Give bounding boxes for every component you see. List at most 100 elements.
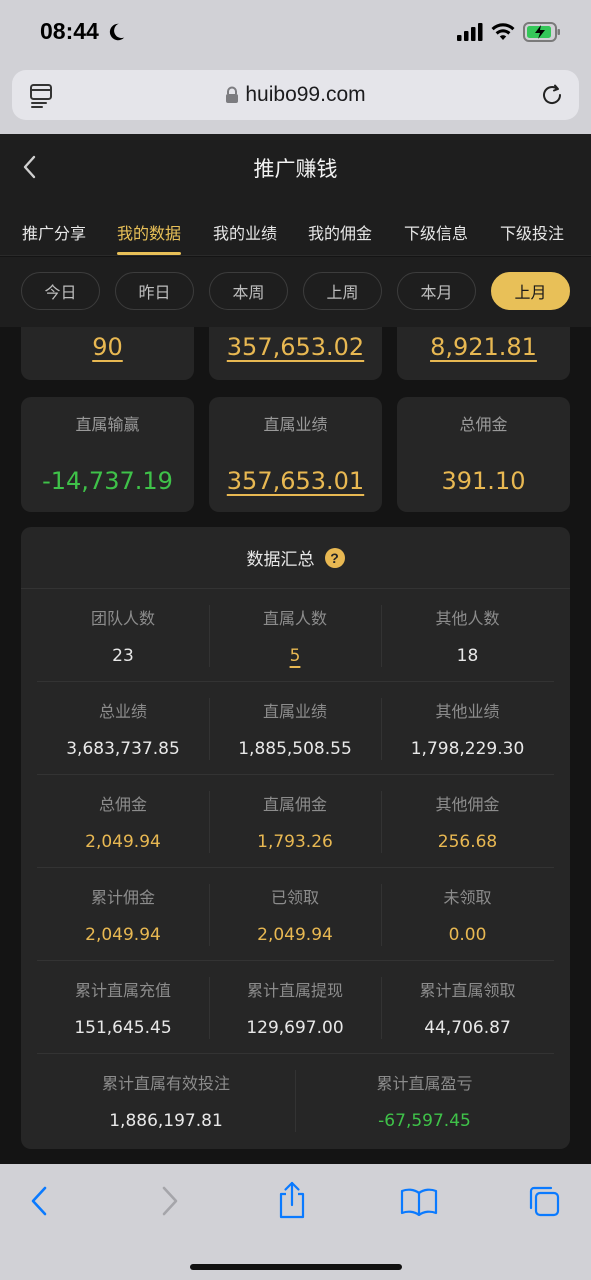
active-tab-indicator — [117, 252, 181, 255]
stat-value[interactable]: 357,653.02 — [209, 333, 382, 361]
cell-value: 23 — [112, 646, 134, 666]
summary-cell: 总佣金 2,049.94 — [37, 775, 209, 868]
cell-label: 累计直属领取 — [419, 981, 516, 1000]
cell-label: 累计直属提现 — [246, 981, 343, 1000]
filter-this-month[interactable]: 本月 — [397, 272, 476, 310]
summary-cell: 累计直属有效投注 1,886,197.81 — [37, 1054, 295, 1147]
cell-value: 1,885,508.55 — [238, 739, 352, 759]
page-title: 推广赚钱 — [253, 157, 338, 181]
stat-label: 直属业绩 — [263, 415, 328, 434]
summary-row: 累计佣金 2,049.94 已领取 2,049.94 未领取 0.00 — [37, 868, 554, 961]
summary-cell: 直属佣金 1,793.26 — [209, 775, 381, 868]
stat-card-direct-performance: 直属业绩 357,653.01 — [209, 397, 382, 512]
cell-label: 累计直属有效投注 — [101, 1074, 230, 1093]
nav-header: 推广赚钱 — [0, 134, 591, 200]
page-menu-icon[interactable] — [28, 82, 54, 108]
stat-value[interactable]: 357,653.01 — [209, 467, 382, 495]
cell-label: 其他佣金 — [435, 795, 500, 814]
status-bar: 08:44 — [0, 0, 591, 64]
stat-card-direct-win-loss: 直属输赢 -14,737.19 — [21, 397, 194, 512]
bookmarks-icon[interactable] — [400, 1188, 438, 1216]
summary-cell: 累计直属盈亏 -67,597.45 — [295, 1054, 554, 1147]
summary-row: 总业绩 3,683,737.85 直属业绩 1,885,508.55 其他业绩 … — [37, 682, 554, 775]
summary-cell: 已领取 2,049.94 — [209, 868, 381, 961]
summary-cell: 未领取 0.00 — [381, 868, 554, 961]
clock: 08:44 — [40, 18, 99, 44]
stat-label: 直属输赢 — [75, 415, 140, 434]
cell-value: 1,793.26 — [257, 832, 333, 852]
cell-label: 直属业绩 — [262, 702, 327, 721]
data-summary-panel: 数据汇总 ? 团队人数 23 直属人数 5 其他人数 18 总业绩 3,683,… — [21, 527, 570, 1149]
status-time: 08:44 — [40, 18, 127, 45]
moon-icon — [109, 23, 125, 40]
help-icon[interactable]: ? — [324, 547, 345, 568]
share-icon[interactable] — [276, 1180, 308, 1220]
stat-label: 总佣金 — [459, 415, 508, 434]
cell-label: 累计直属盈亏 — [376, 1074, 473, 1093]
cell-label: 累计直属充值 — [74, 981, 171, 1000]
filter-today[interactable]: 今日 — [21, 272, 100, 310]
cell-label: 直属人数 — [262, 609, 327, 628]
summary-row: 总佣金 2,049.94 直属佣金 1,793.26 其他佣金 256.68 — [37, 775, 554, 868]
stat-card-partial: 8,921.81 — [397, 327, 570, 380]
cell-value: 44,706.87 — [424, 1018, 511, 1038]
stat-value: 391.10 — [441, 467, 526, 495]
summary-cell: 直属人数 5 — [209, 589, 381, 682]
filter-this-week[interactable]: 本周 — [209, 272, 288, 310]
browser-bottom-toolbar — [0, 1164, 591, 1280]
cell-label: 未领取 — [443, 888, 492, 907]
address-bar[interactable]: huibo99.com — [12, 70, 579, 120]
summary-row: 累计直属充值 151,645.45 累计直属提现 129,697.00 累计直属… — [37, 961, 554, 1054]
scroll-content[interactable]: 90 357,653.02 8,921.81 直属输赢 -14,737.19 直… — [0, 327, 591, 1164]
browser-toolbar: huibo99.com — [0, 64, 591, 134]
summary-title: 数据汇总 — [246, 550, 315, 570]
safari-forward-icon[interactable] — [157, 1184, 181, 1218]
app-page: 推广赚钱 推广分享 我的数据 我的业绩 我的佣金 下级信息 下级投注 今日 昨日… — [0, 134, 591, 1164]
cell-label: 团队人数 — [90, 609, 155, 628]
summary-cell: 总业绩 3,683,737.85 — [37, 682, 209, 775]
cell-label: 其他人数 — [435, 609, 500, 628]
tab-my-commission[interactable]: 我的佣金 — [308, 220, 372, 244]
stat-card-total-commission: 总佣金 391.10 — [397, 397, 570, 512]
cell-value: 2,049.94 — [85, 832, 161, 852]
filter-yesterday[interactable]: 昨日 — [115, 272, 194, 310]
summary-cell: 其他业绩 1,798,229.30 — [381, 682, 554, 775]
cell-value: 256.68 — [437, 832, 498, 852]
cell-value: 129,697.00 — [246, 1018, 344, 1038]
cell-label: 其他业绩 — [435, 702, 500, 721]
safari-back-icon[interactable] — [28, 1184, 52, 1218]
tab-my-data[interactable]: 我的数据 — [117, 220, 181, 244]
cell-value: 3,683,737.85 — [66, 739, 180, 759]
url-text: huibo99.com — [245, 83, 366, 106]
reload-icon[interactable] — [539, 82, 565, 108]
wifi-icon — [491, 23, 515, 40]
tab-share[interactable]: 推广分享 — [22, 220, 86, 244]
summary-header: 数据汇总 ? — [21, 527, 570, 589]
stat-card-partial: 90 — [21, 327, 194, 380]
cell-value: 151,645.45 — [74, 1018, 172, 1038]
stat-value[interactable]: 90 — [21, 333, 194, 361]
summary-cell: 累计直属领取 44,706.87 — [381, 961, 554, 1054]
tabs-icon[interactable] — [527, 1184, 561, 1218]
summary-cell: 累计直属充值 151,645.45 — [37, 961, 209, 1054]
cell-value: 2,049.94 — [85, 925, 161, 945]
cell-label: 总业绩 — [98, 702, 147, 721]
date-filter-bar: 今日 昨日 本周 上周 本月 上月 — [0, 257, 591, 327]
cell-value: 1,886,197.81 — [109, 1111, 223, 1131]
summary-row: 团队人数 23 直属人数 5 其他人数 18 — [37, 589, 554, 682]
tab-subordinate-info[interactable]: 下级信息 — [404, 220, 468, 244]
tab-my-performance[interactable]: 我的业绩 — [213, 220, 277, 244]
summary-cell: 直属业绩 1,885,508.55 — [209, 682, 381, 775]
filter-last-week[interactable]: 上周 — [303, 272, 382, 310]
summary-cell: 团队人数 23 — [37, 589, 209, 682]
summary-row: 累计直属有效投注 1,886,197.81 累计直属盈亏 -67,597.45 — [37, 1054, 554, 1147]
tab-subordinate-bets[interactable]: 下级投注 — [500, 220, 564, 244]
tab-bar: 推广分享 我的数据 我的业绩 我的佣金 下级信息 下级投注 — [0, 200, 591, 256]
cell-value-link[interactable]: 5 — [209, 646, 381, 666]
cell-value: 1,798,229.30 — [410, 739, 525, 759]
battery-icon — [523, 22, 560, 42]
signal-icon — [457, 23, 483, 41]
cell-value: 0.00 — [448, 925, 487, 945]
stat-value[interactable]: 8,921.81 — [397, 333, 570, 361]
filter-last-month[interactable]: 上月 — [491, 272, 570, 310]
